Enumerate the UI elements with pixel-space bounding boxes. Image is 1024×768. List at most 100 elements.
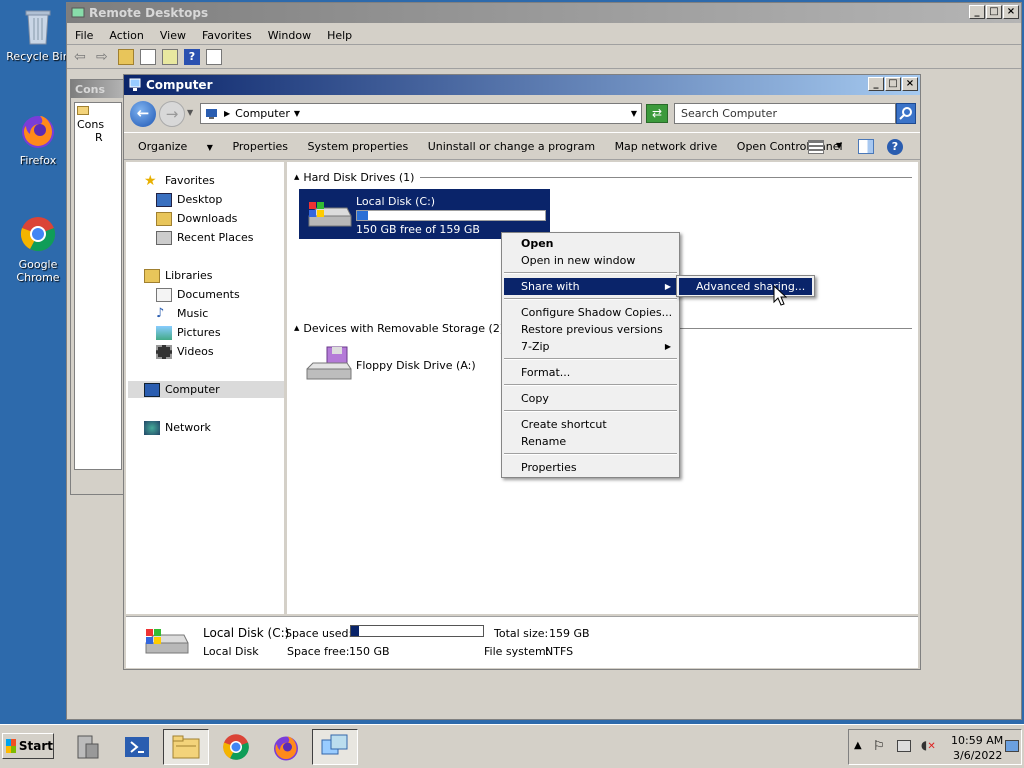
minimize-button[interactable]: _ (969, 5, 985, 19)
breadcrumb-computer[interactable]: Computer (235, 107, 290, 120)
sidebar-libraries[interactable]: Libraries (144, 267, 213, 284)
chevron-down-icon[interactable]: ▼ (294, 109, 300, 118)
menu-item-share-with[interactable]: Share with ▶ (504, 278, 677, 295)
tree-item-console[interactable]: Cons (77, 105, 119, 131)
group-divider (420, 176, 912, 178)
forward-arrow-icon[interactable]: ⇨ (96, 49, 112, 65)
sidebar-item-music[interactable]: ♪ Music (156, 305, 208, 322)
view-options-icon[interactable] (808, 140, 824, 154)
show-desktop-icon[interactable] (1005, 740, 1019, 752)
clock-time[interactable]: 10:59 AM (951, 734, 1003, 747)
maximize-button[interactable]: □ (986, 5, 1002, 19)
preview-pane-icon[interactable] (858, 139, 874, 154)
remote-desktops-titlebar[interactable]: Remote Desktops _ □ × (67, 3, 1021, 23)
menu-favorites[interactable]: Favorites (194, 26, 260, 45)
maximize-button[interactable]: □ (885, 77, 901, 91)
computer-icon (144, 382, 160, 397)
taskbar-explorer[interactable] (163, 729, 209, 765)
menu-item-configure-shadow-copies[interactable]: Configure Shadow Copies... (504, 304, 677, 321)
refresh-button[interactable]: ⇄ (646, 104, 668, 123)
menu-item-format[interactable]: Format... (504, 364, 677, 381)
menu-window[interactable]: Window (260, 26, 319, 45)
sidebar-item-pictures[interactable]: Pictures (156, 324, 221, 341)
computer-titlebar[interactable]: Computer _ □ × (124, 75, 920, 95)
menu-item-rename[interactable]: Rename (504, 433, 677, 450)
menu-item-copy[interactable]: Copy (504, 390, 677, 407)
menu-item-open[interactable]: Open (504, 235, 677, 252)
sidebar-item-network[interactable]: Network (144, 419, 211, 436)
desktop-icon-chrome[interactable]: Google Chrome (5, 214, 71, 284)
organize-button[interactable]: Organize ▼ (138, 140, 213, 153)
minimize-button[interactable]: _ (868, 77, 884, 91)
collapse-icon[interactable]: ▲ (294, 173, 299, 181)
properties-command[interactable]: Properties (232, 140, 288, 153)
help-icon[interactable]: ? (184, 48, 200, 65)
start-button[interactable]: Start (2, 733, 54, 759)
network-tray-icon[interactable] (897, 740, 911, 752)
show-hidden-icons-icon[interactable]: ▲ (854, 740, 862, 751)
menu-item-advanced-sharing[interactable]: Advanced sharing... (679, 278, 812, 295)
action-center-flag-icon[interactable]: ⚐ (873, 739, 885, 754)
close-button[interactable]: × (1003, 5, 1019, 19)
sidebar-label: Pictures (177, 326, 221, 339)
search-button[interactable] (896, 103, 916, 124)
menu-item-properties[interactable]: Properties (504, 459, 677, 476)
clock-date[interactable]: 3/6/2022 (953, 749, 1002, 762)
taskbar-remote-desktops[interactable] (312, 729, 358, 765)
sidebar-item-recent-places[interactable]: Recent Places (156, 229, 254, 246)
menu-action[interactable]: Action (101, 26, 151, 45)
taskbar-server-manager[interactable] (64, 729, 110, 765)
desktop-icon-recycle-bin[interactable]: Recycle Bin (5, 6, 71, 63)
help-icon[interactable]: ? (887, 139, 903, 155)
menu-file[interactable]: File (67, 26, 101, 45)
search-input[interactable]: Search Computer (674, 103, 896, 124)
properties-icon[interactable] (206, 48, 222, 65)
sidebar-item-computer[interactable]: Computer (128, 381, 284, 398)
desktop-icon-firefox[interactable]: Firefox (5, 110, 71, 167)
menu-separator (504, 453, 677, 455)
volume-muted-icon[interactable]: ◖✕ (921, 738, 936, 752)
close-button[interactable]: × (902, 77, 918, 91)
show-tree-icon[interactable] (140, 48, 156, 65)
details-usage-bar (350, 625, 484, 637)
taskbar-powershell[interactable] (114, 729, 160, 765)
sidebar-favorites[interactable]: ★ Favorites (144, 172, 215, 189)
system-properties-command[interactable]: System properties (308, 140, 409, 153)
menu-item-create-shortcut[interactable]: Create shortcut (504, 416, 677, 433)
submenu-arrow-icon: ▶ (664, 342, 671, 351)
sidebar-item-videos[interactable]: Videos (156, 343, 214, 360)
address-dropdown-icon[interactable]: ▼ (631, 109, 637, 118)
menu-help[interactable]: Help (319, 26, 360, 45)
open-control-panel-command[interactable]: Open Control Panel (737, 140, 843, 153)
folder-icon (77, 106, 89, 115)
forward-button[interactable]: → (159, 101, 185, 127)
back-arrow-icon[interactable]: ⇦ (74, 49, 90, 65)
address-bar[interactable]: ▶ Computer ▼ ▼ (200, 103, 642, 124)
details-pane: Local Disk (C:) Local Disk Space used: S… (126, 616, 918, 668)
sidebar-item-documents[interactable]: Documents (156, 286, 240, 303)
recent-pages-dropdown-icon[interactable]: ▼ (187, 108, 193, 117)
back-button[interactable]: ← (130, 101, 156, 127)
sidebar-label: Documents (177, 288, 240, 301)
collapse-icon[interactable]: ▲ (294, 324, 299, 332)
export-icon[interactable] (162, 48, 178, 65)
sidebar-item-desktop[interactable]: Desktop (156, 191, 222, 208)
videos-icon (156, 344, 172, 359)
group-header-hdd[interactable]: ▲ Hard Disk Drives (1) (294, 170, 912, 184)
menu-item-restore-previous-versions[interactable]: Restore previous versions (504, 321, 677, 338)
console-titlebar[interactable]: Cons (71, 80, 125, 98)
tree-item-remote[interactable]: R (77, 131, 119, 144)
mouse-cursor-icon (773, 285, 787, 306)
sidebar-item-downloads[interactable]: Downloads (156, 210, 237, 227)
menu-view[interactable]: View (152, 26, 194, 45)
uninstall-program-command[interactable]: Uninstall or change a program (428, 140, 595, 153)
up-folder-icon[interactable] (118, 48, 134, 65)
taskbar-chrome[interactable] (213, 729, 259, 765)
menu-item-open-new-window[interactable]: Open in new window (504, 252, 677, 269)
map-network-drive-command[interactable]: Map network drive (615, 140, 718, 153)
taskbar-firefox[interactable] (263, 729, 309, 765)
search-placeholder: Search Computer (681, 107, 777, 120)
menu-item-label: Format... (521, 366, 571, 379)
chevron-down-icon[interactable]: ▼ (836, 141, 842, 150)
menu-item-7zip[interactable]: 7-Zip ▶ (504, 338, 677, 355)
